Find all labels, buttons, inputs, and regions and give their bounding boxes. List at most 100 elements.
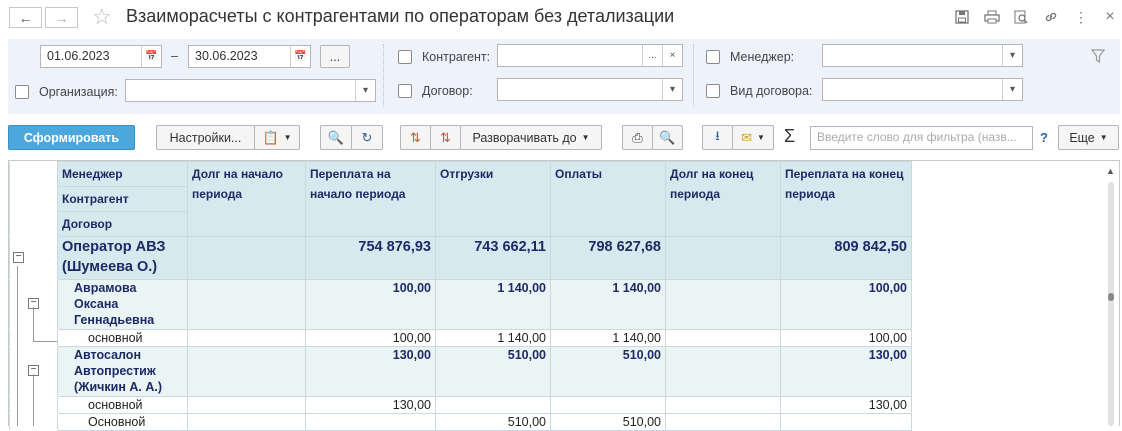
- header-contract: Договор: [62, 217, 113, 231]
- col-header-payments: Оплаты: [550, 161, 666, 237]
- more-button[interactable]: Еще ▼: [1058, 125, 1119, 150]
- clear-icon[interactable]: ×: [662, 45, 682, 66]
- sort-desc-button[interactable]: ⇅: [430, 125, 461, 150]
- envelope-icon: ✉: [741, 129, 752, 145]
- send-email-button[interactable]: ✉ ▼: [732, 125, 774, 150]
- date-to-field[interactable]: 30.06.2023 📅: [188, 45, 311, 68]
- cell-debt-start: [187, 413, 306, 431]
- cell-overpay-end: 100,00: [780, 279, 912, 330]
- cell-debt-end: [665, 329, 781, 347]
- variants-button[interactable]: 📋 ▼: [254, 125, 300, 150]
- preview-icon[interactable]: [1011, 8, 1031, 26]
- calendar-icon[interactable]: 📅: [290, 46, 310, 67]
- print-button[interactable]: ⎙: [622, 125, 653, 150]
- table-row: основной 100,00 1 140,00 1 140,00 100,00: [9, 329, 912, 347]
- col-header-grouping: Менеджер Контрагент Договор: [57, 161, 188, 237]
- scrollbar-thumb[interactable]: [1108, 293, 1114, 301]
- tree-line: [33, 307, 34, 341]
- dropdown-icon[interactable]: ▾: [662, 79, 682, 100]
- cell-debt-end: [665, 346, 781, 397]
- search-button[interactable]: 🔍: [320, 125, 352, 150]
- cell-shipments: 743 662,11: [435, 236, 551, 280]
- col-header-overpay-start: Переплата на начало периода: [305, 161, 436, 237]
- generate-button[interactable]: Сформировать: [8, 125, 135, 150]
- period-select-button[interactable]: ...: [320, 45, 350, 68]
- expand-to-button[interactable]: Разворачивать до ▼: [460, 125, 602, 150]
- counterparty-checkbox[interactable]: [398, 50, 412, 64]
- close-icon[interactable]: ×: [1100, 8, 1120, 26]
- row-name: основной: [57, 396, 188, 414]
- cell-payments: 798 627,68: [550, 236, 666, 280]
- date-from-value: 01.06.2023: [47, 49, 110, 63]
- cell-overpay-end: 100,00: [780, 329, 912, 347]
- save-icon[interactable]: [952, 8, 972, 26]
- cell-overpay-start: 130,00: [305, 346, 436, 397]
- dropdown-icon[interactable]: ▾: [1002, 45, 1022, 66]
- contract-checkbox[interactable]: [398, 84, 412, 98]
- settings-button[interactable]: Настройки...: [156, 125, 255, 150]
- contract-type-checkbox[interactable]: [706, 84, 720, 98]
- organization-checkbox[interactable]: [15, 85, 29, 99]
- link-icon[interactable]: [1041, 8, 1061, 26]
- cell-debt-end: [665, 236, 781, 280]
- col-header-overpay-end: Переплата на конец периода: [780, 161, 912, 237]
- calendar-icon[interactable]: 📅: [141, 46, 161, 67]
- star-icon[interactable]: ☆: [92, 4, 112, 30]
- vertical-scrollbar[interactable]: [1108, 182, 1114, 426]
- counterparty-select-button[interactable]: ...: [642, 45, 662, 66]
- cell-payments: 510,00: [550, 413, 666, 431]
- print-icon[interactable]: [982, 8, 1002, 26]
- col-header-shipments: Отгрузки: [435, 161, 551, 237]
- filter-search-placeholder: Введите слово для фильтра (назв...: [817, 130, 1017, 144]
- filter-icon[interactable]: [1090, 49, 1106, 66]
- organization-field[interactable]: ▾: [125, 79, 376, 102]
- arrow-right-icon: →: [54, 9, 69, 26]
- cell-debt-end: [665, 279, 781, 330]
- chevron-down-icon: ▼: [756, 133, 765, 142]
- filter-divider: [693, 44, 694, 106]
- cell-debt-start: [187, 279, 306, 330]
- cell-debt-start: [187, 346, 306, 397]
- manager-field[interactable]: ▾: [822, 44, 1023, 67]
- chevron-down-icon: ▼: [283, 133, 292, 142]
- export-button[interactable]: ⭳: [702, 125, 733, 150]
- filter-search-input[interactable]: Введите слово для фильтра (назв...: [810, 126, 1033, 150]
- cell-debt-end: [665, 413, 781, 431]
- row-name: Основной: [57, 413, 188, 431]
- report-table: Менеджер Контрагент Договор Долг на нача…: [9, 161, 912, 431]
- cell-overpay-start: 100,00: [305, 279, 436, 330]
- download-icon: ⭳: [715, 127, 720, 143]
- contract-type-field[interactable]: ▾: [822, 78, 1023, 101]
- scroll-up-icon[interactable]: ▲: [1106, 166, 1115, 176]
- sort-desc-icon: ⇅: [440, 129, 451, 145]
- table-header-row: Менеджер Контрагент Договор Долг на нача…: [9, 161, 912, 237]
- more-icon[interactable]: ⋮: [1071, 8, 1091, 26]
- sum-icon[interactable]: Σ: [784, 126, 795, 147]
- cell-shipments: 1 140,00: [435, 329, 551, 347]
- forward-button[interactable]: →: [45, 7, 78, 28]
- cell-overpay-end: 130,00: [780, 346, 912, 397]
- dropdown-icon[interactable]: ▾: [355, 80, 375, 101]
- sort-asc-button[interactable]: ⇅: [400, 125, 431, 150]
- table-row: − Оператор АВЗ (Шумеева О.) 754 876,93 7…: [9, 236, 912, 280]
- manager-checkbox[interactable]: [706, 50, 720, 64]
- table-row: основной 130,00 130,00: [9, 396, 912, 414]
- more-label: Еще: [1069, 130, 1095, 145]
- collapse-toggle-icon[interactable]: −: [13, 252, 24, 263]
- print-icon: ⎙: [632, 129, 643, 145]
- dropdown-icon[interactable]: ▾: [1002, 79, 1022, 100]
- row-name: Оператор АВЗ (Шумеева О.): [57, 236, 188, 280]
- back-button[interactable]: ←: [9, 7, 42, 28]
- header-manager: Менеджер: [58, 162, 187, 187]
- gutter-cell: [9, 161, 58, 237]
- contract-field[interactable]: ▾: [497, 78, 683, 101]
- search-next-button[interactable]: ↻: [351, 125, 383, 150]
- help-icon[interactable]: ?: [1040, 130, 1048, 145]
- cell-debt-start: [187, 236, 306, 280]
- preview-button[interactable]: 🔍: [652, 125, 683, 150]
- contract-label: Договор:: [422, 84, 473, 98]
- counterparty-field[interactable]: ... ×: [497, 44, 683, 67]
- preview-icon: 🔍: [659, 129, 676, 145]
- cell-payments: 1 140,00: [550, 329, 666, 347]
- date-from-field[interactable]: 01.06.2023 📅: [40, 45, 162, 68]
